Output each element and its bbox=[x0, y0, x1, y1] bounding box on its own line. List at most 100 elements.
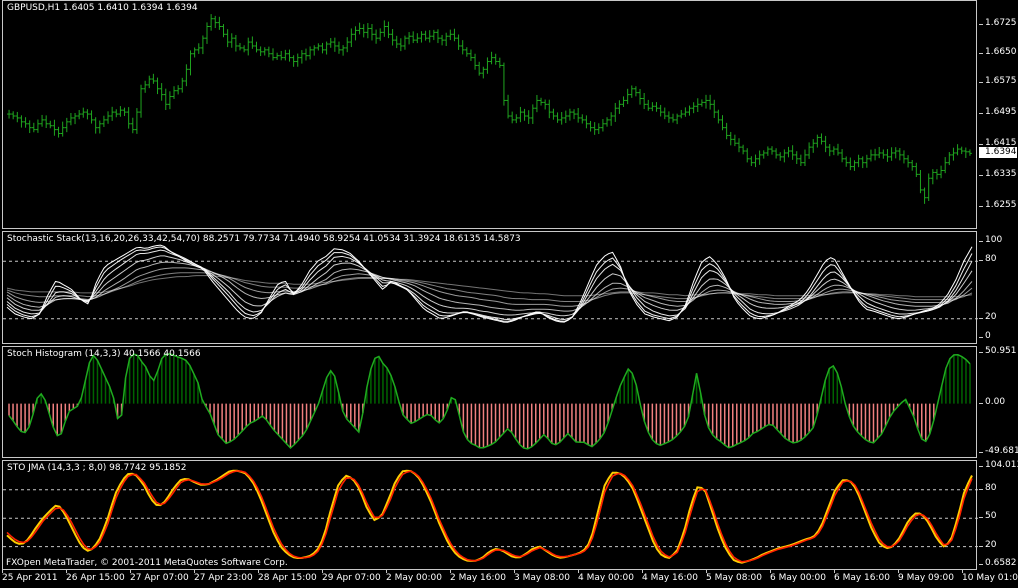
time-tick-label: 26 Apr 15:00 bbox=[66, 573, 125, 583]
price-bar bbox=[943, 157, 948, 174]
price-bar bbox=[930, 169, 935, 185]
price-bar bbox=[110, 106, 115, 121]
price-bar bbox=[691, 102, 696, 114]
stoch-histogram-scale[interactable]: 50.951 0.00 -49.6812 bbox=[979, 346, 1018, 458]
price-bar bbox=[411, 31, 416, 44]
symbol-title: GBPUSD,H1 1.6405 1.6410 1.6394 1.6394 bbox=[7, 3, 198, 13]
price-bar bbox=[440, 34, 445, 46]
price-bar bbox=[114, 109, 119, 118]
price-bar bbox=[675, 113, 680, 125]
price-bar bbox=[596, 123, 601, 135]
price-bar bbox=[320, 42, 325, 54]
price-bar bbox=[712, 99, 717, 118]
price-bar bbox=[382, 20, 387, 37]
stochastic-stack-scale[interactable]: 100 80 20 0 bbox=[979, 231, 1018, 344]
price-bar bbox=[431, 29, 436, 41]
price-bar bbox=[506, 94, 511, 119]
sto-jma-scale[interactable]: 104.013 80 50 20 0.6582 bbox=[979, 460, 1018, 570]
price-bar bbox=[551, 108, 556, 120]
jma-tick-label: 50 bbox=[985, 511, 997, 522]
price-tick-mark bbox=[979, 52, 983, 54]
price-bar bbox=[151, 73, 156, 84]
price-bar bbox=[807, 142, 812, 159]
price-bar bbox=[708, 94, 713, 110]
price-bar bbox=[600, 119, 605, 132]
price-bar bbox=[155, 77, 160, 95]
price-bar bbox=[765, 146, 770, 156]
price-bar bbox=[60, 121, 65, 137]
price-bar bbox=[642, 92, 647, 110]
current-price-label: 1.6394 bbox=[979, 147, 1017, 159]
jma-tick-mark bbox=[979, 488, 983, 490]
time-tick-label: 10 May 01:00 bbox=[962, 573, 1018, 583]
jma-tick-label: 20 bbox=[985, 539, 997, 550]
price-bar bbox=[357, 22, 362, 35]
price-bar bbox=[687, 105, 692, 116]
price-bar bbox=[233, 34, 238, 52]
price-bar bbox=[299, 50, 304, 64]
price-bar bbox=[967, 149, 972, 156]
price-bar bbox=[720, 115, 725, 131]
price-bar bbox=[638, 88, 643, 105]
price-bar bbox=[40, 114, 45, 127]
price-bar bbox=[704, 94, 709, 109]
price-tick-label: 1.6725 bbox=[985, 17, 1017, 28]
price-bar bbox=[64, 117, 69, 133]
price-bar bbox=[229, 33, 234, 48]
price-bar bbox=[522, 108, 527, 121]
price-bar bbox=[262, 47, 267, 56]
price-bar bbox=[19, 115, 24, 128]
time-tick-label: 28 Apr 15:00 bbox=[258, 573, 317, 583]
price-bar bbox=[774, 148, 779, 159]
price-bar bbox=[873, 148, 878, 161]
price-bar bbox=[68, 112, 73, 126]
price-bar bbox=[914, 162, 919, 178]
price-bar bbox=[122, 107, 127, 117]
price-bar bbox=[543, 99, 548, 110]
time-axis[interactable]: 25 Apr 2011 26 Apr 15:00 27 Apr 07:00 27 Ap… bbox=[0, 570, 1018, 588]
price-bar bbox=[794, 151, 799, 165]
price-bar bbox=[823, 135, 828, 153]
price-bar bbox=[745, 148, 750, 163]
price-bar bbox=[270, 48, 275, 61]
price-bar bbox=[864, 154, 869, 168]
price-bar bbox=[361, 24, 366, 38]
price-bar bbox=[266, 46, 271, 58]
price-bar bbox=[831, 146, 836, 156]
price-bar bbox=[468, 49, 473, 61]
price-pane[interactable]: GBPUSD,H1 1.6405 1.6410 1.6394 1.6394 bbox=[2, 0, 977, 229]
price-bar bbox=[312, 45, 317, 56]
stack-tick-label: 20 bbox=[985, 311, 997, 322]
stochastic-stack-pane[interactable]: Stochastic Stack(13,16,20,26,33,42,54,70… bbox=[2, 231, 978, 344]
price-bar bbox=[576, 107, 581, 123]
price-bar bbox=[349, 28, 354, 48]
time-tick-label: 2 May 00:00 bbox=[386, 573, 442, 583]
price-bar bbox=[283, 49, 288, 61]
stack-tick-label: 0 bbox=[985, 331, 991, 341]
price-bar bbox=[287, 49, 292, 62]
chart-window[interactable]: GBPUSD,H1 1.6405 1.6410 1.6394 1.6394 1.… bbox=[0, 0, 1018, 588]
jma-tick-label: 0.6582 bbox=[985, 558, 1017, 568]
price-bar bbox=[126, 107, 131, 129]
stoch-histogram-pane[interactable]: Stoch Histogram (14,3,3) 40.1566 40.1566 bbox=[2, 346, 977, 458]
price-bar bbox=[728, 131, 733, 146]
price-bar bbox=[378, 28, 383, 41]
jma-tick-mark bbox=[979, 466, 983, 467]
price-bar bbox=[633, 86, 638, 97]
price-bar bbox=[497, 57, 502, 68]
price-bar bbox=[213, 15, 218, 29]
time-tick-label: 3 May 08:00 bbox=[514, 573, 570, 583]
sto-jma-pane[interactable]: STO JMA (14,3,3 ; 8,0) 98.7742 95.1852 bbox=[2, 460, 978, 570]
price-bar bbox=[736, 138, 741, 153]
price-bar bbox=[588, 120, 593, 132]
histogram-tick-label: 0.00 bbox=[985, 396, 1006, 407]
price-bar bbox=[35, 119, 40, 133]
price-bar bbox=[398, 38, 403, 52]
price-bar bbox=[860, 156, 865, 169]
price-bar bbox=[225, 29, 230, 48]
price-scale[interactable]: 1.6725 1.6650 1.6575 1.6495 1.6415 1.6335 1.62… bbox=[979, 0, 1018, 229]
price-bar bbox=[435, 29, 440, 44]
price-bar bbox=[31, 122, 36, 133]
price-bar bbox=[143, 80, 148, 93]
price-tick-mark bbox=[979, 206, 983, 208]
